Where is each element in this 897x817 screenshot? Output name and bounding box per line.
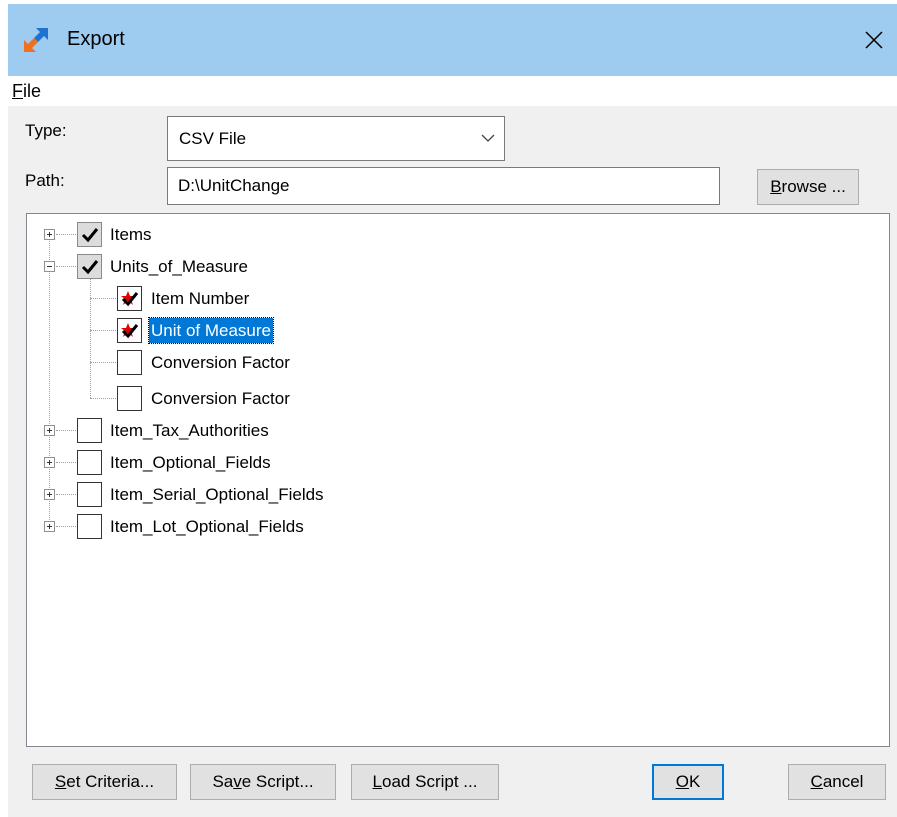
cancel-accel: C — [810, 772, 823, 791]
browse-button[interactable]: Browse ... — [757, 169, 859, 205]
window-title: Export — [67, 28, 125, 50]
expand-plus-icon[interactable] — [44, 229, 55, 240]
menu-file[interactable]: File — [12, 81, 41, 102]
tree-node-label: Item_Lot_Optional_Fields — [110, 517, 304, 536]
type-label: Type: — [25, 121, 67, 140]
item-lot-optional-fields-checkbox[interactable] — [77, 514, 102, 539]
conversion-factor-checkbox[interactable] — [117, 386, 142, 411]
tree-node-label: Item_Optional_Fields — [110, 453, 271, 472]
unit-of-measure-checkbox[interactable] — [117, 318, 142, 343]
set-criteria-accel: S — [54, 772, 67, 791]
checkmark-icon — [81, 228, 99, 243]
export-arrows-icon — [22, 26, 50, 54]
item-serial-optional-fields-checkbox[interactable] — [77, 482, 102, 507]
collapse-minus-icon[interactable] — [44, 261, 55, 272]
ok-button[interactable]: OK — [652, 764, 724, 800]
tree-node-label: Conversion Factor — [151, 389, 290, 408]
tree-node-label: Item Number — [151, 289, 250, 308]
path-label: Path: — [25, 171, 65, 190]
save-script-label-pre: Sa — [212, 772, 234, 791]
save-script-accel: v — [233, 772, 242, 791]
checkmark-icon — [121, 292, 139, 307]
tree-root-connector — [49, 234, 50, 524]
load-script-label: oad Script ... — [382, 772, 478, 791]
menu-bar: File — [8, 76, 897, 106]
path-input[interactable] — [167, 167, 720, 205]
browse-label: rowse ... — [781, 177, 846, 196]
browse-accel: B — [770, 177, 782, 196]
ok-label: K — [688, 772, 701, 791]
item-tax-authorities-checkbox[interactable] — [77, 418, 102, 443]
items-checkbox[interactable] — [77, 222, 102, 247]
type-select[interactable]: CSV File — [167, 116, 505, 161]
close-button[interactable] — [851, 4, 897, 76]
tree-node-label: Items — [110, 225, 152, 244]
load-script-button[interactable]: Load Script ... — [351, 764, 499, 800]
title-bar[interactable]: Export — [8, 4, 897, 76]
chevron-down-icon — [481, 134, 495, 142]
expand-plus-icon[interactable] — [44, 489, 55, 500]
close-icon — [865, 31, 883, 49]
tree-child-connector — [90, 272, 91, 398]
units-of-measure-checkbox[interactable] — [77, 254, 102, 279]
load-script-accel: L — [372, 772, 383, 791]
expand-plus-icon[interactable] — [44, 521, 55, 532]
checkmark-icon — [81, 260, 99, 275]
save-script-button[interactable]: Save Script... — [190, 764, 336, 800]
tree-node-label: Item_Tax_Authorities — [110, 421, 269, 440]
item-optional-fields-checkbox[interactable] — [77, 450, 102, 475]
tree-node-label: Item_Serial_Optional_Fields — [110, 485, 324, 504]
tree-node-label: Conversion Factor — [151, 353, 290, 372]
item-number-checkbox[interactable] — [117, 286, 142, 311]
cancel-label: ancel — [822, 772, 864, 791]
checkmark-icon — [121, 324, 139, 339]
tree-node-label: Unit of Measure — [148, 317, 274, 344]
save-script-label: e Script... — [241, 772, 314, 791]
expand-plus-icon[interactable] — [44, 425, 55, 436]
set-criteria-button[interactable]: Set Criteria... — [32, 764, 177, 800]
menu-file-accel: F — [12, 81, 23, 101]
type-select-value: CSV File — [179, 129, 247, 148]
set-criteria-label: et Criteria... — [66, 772, 155, 791]
menu-file-label: ile — [23, 81, 42, 101]
export-dialog: Export File Type: CSV File Path: Browse … — [8, 4, 897, 817]
tree-node-label: Units_of_Measure — [110, 257, 248, 276]
cancel-button[interactable]: Cancel — [788, 764, 886, 800]
ok-accel: O — [675, 772, 689, 791]
field-tree[interactable]: Items Units_of_Measure Item Number Unit … — [26, 213, 890, 747]
conversion-factor-checkbox[interactable] — [117, 350, 142, 375]
expand-plus-icon[interactable] — [44, 457, 55, 468]
